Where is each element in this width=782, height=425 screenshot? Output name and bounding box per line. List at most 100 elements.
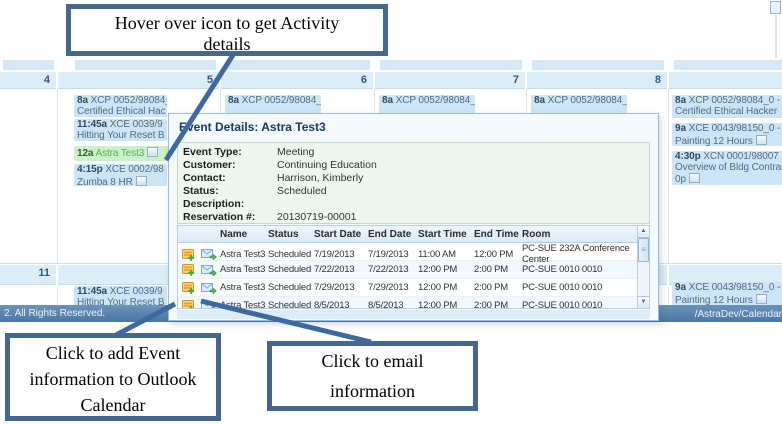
callout-hover-activity: Hover over icon to get Activity details xyxy=(66,4,388,56)
date-cell-8: 8 xyxy=(527,72,667,89)
col-header-end-time: End Time xyxy=(474,229,522,240)
mini-event-bar xyxy=(226,60,370,70)
window-scrollbar-track xyxy=(775,15,777,58)
mini-event-bar xyxy=(3,60,54,70)
calendar-event[interactable]: 8a XCP 0052/98084_0 xyxy=(531,95,627,115)
col-header-end-date: End Date xyxy=(368,229,418,240)
cell-status: Scheduled xyxy=(268,249,314,260)
date-cell-11: 11 xyxy=(0,265,56,285)
activity-details-icon[interactable] xyxy=(147,147,158,157)
calendar-event[interactable]: 8a XCP 0052/98084_0 xyxy=(379,95,475,115)
mini-event-bar xyxy=(380,60,522,70)
cell-room: PC-SUE 0010 0010 xyxy=(522,282,637,293)
calendar-event[interactable]: 4:15p XCE 0002/98 Zumba 8 HR xyxy=(74,164,167,186)
cell-name: Astra Test3 xyxy=(220,249,268,260)
scrollbar-thumb[interactable]: ≡ xyxy=(638,238,649,262)
detail-label: Status: xyxy=(183,185,277,197)
outlook-add-icon[interactable] xyxy=(178,261,198,278)
meetings-table: Name Status Start Date End Date Start Ti… xyxy=(177,225,638,309)
cell-start-date: 7/29/2013 xyxy=(314,282,368,293)
cell-end-date: 7/19/2013 xyxy=(368,249,418,260)
cell-end-date: 7/22/2013 xyxy=(368,264,418,275)
detail-label: Reservation #: xyxy=(183,211,277,223)
cell-start-date: 8/5/2013 xyxy=(314,300,368,309)
event-details-popup: Event Details: Astra Test3 Event Type:Me… xyxy=(168,113,659,321)
mini-event-bar xyxy=(75,60,216,70)
cell-room: PC-SUE 0010 0010 xyxy=(522,264,637,275)
col-header-start-date: Start Date xyxy=(314,229,368,240)
table-scrollbar[interactable]: ▲ ≡ ▼ xyxy=(637,225,650,309)
popup-footer xyxy=(177,310,650,319)
cell-end-time: 2:00 PM xyxy=(474,264,522,275)
cell-start-date: 7/22/2013 xyxy=(314,264,368,275)
outlook-add-icon[interactable] xyxy=(178,279,198,296)
detail-label: Event Type: xyxy=(183,146,277,158)
cell-start-time: 11:00 AM xyxy=(418,249,474,260)
col-header-status: Status xyxy=(268,229,314,240)
mini-event-bar xyxy=(532,60,664,70)
email-icon[interactable] xyxy=(198,261,220,278)
detail-value: 20130719-00001 xyxy=(277,211,356,223)
popup-title: Event Details: Astra Test3 xyxy=(179,120,326,134)
grid-line xyxy=(57,89,58,263)
grid-line xyxy=(57,286,58,305)
scrollbar-down-arrow[interactable]: ▼ xyxy=(638,296,649,308)
email-icon[interactable] xyxy=(198,279,220,296)
callout-add-outlook: Click to add Event information to Outloo… xyxy=(5,333,221,421)
cell-start-time: 12:00 PM xyxy=(418,282,474,293)
calendar-event[interactable]: 9a XCE 0043/98150_0 - Painting 12 Hours xyxy=(672,123,782,146)
table-row: Astra Test3 Scheduled 7/29/2013 7/29/201… xyxy=(178,279,637,297)
cell-name: Astra Test3 xyxy=(220,282,268,293)
cell-start-time: 12:00 PM xyxy=(418,264,474,275)
cell-room: PC-SUE 232A Conference Center xyxy=(522,243,637,265)
date-cell-7: 7 xyxy=(375,72,525,89)
cell-start-date: 7/19/2013 xyxy=(314,249,368,260)
meetings-table-header: Name Status Start Date End Date Start Ti… xyxy=(178,226,637,243)
activity-details-icon[interactable] xyxy=(756,294,767,304)
cell-end-time: 2:00 PM xyxy=(474,300,522,309)
cell-status: Scheduled xyxy=(268,300,314,309)
cell-name: Astra Test3 xyxy=(220,300,268,309)
calendar-event[interactable]: 4:30p XCN 0001/98007 Overview of Bldg Co… xyxy=(672,151,782,185)
cell-name: Astra Test3 xyxy=(220,264,268,275)
detail-value: Continuing Education xyxy=(277,159,377,171)
cell-end-date: 7/29/2013 xyxy=(368,282,418,293)
email-icon[interactable] xyxy=(198,297,220,309)
grid-line xyxy=(668,89,669,263)
col-header-room: Room xyxy=(522,229,637,240)
mini-event-bar xyxy=(674,60,782,70)
detail-label: Description: xyxy=(183,198,277,210)
calendar-event[interactable]: 8a XCP 0052/98084_0 Certified Ethical Ha… xyxy=(74,95,167,117)
cell-end-time: 2:00 PM xyxy=(474,282,522,293)
status-bar-right-text: /AstraDev/Calendar xyxy=(695,309,782,320)
activity-details-icon[interactable] xyxy=(136,176,147,186)
activity-details-icon[interactable] xyxy=(756,135,767,145)
cell-start-time: 12:00 PM xyxy=(418,300,474,309)
screenshot-root: 4 5 6 7 8 11 8a XCP 0052/98084_0 Certifi… xyxy=(0,0,782,425)
cell-room: PC-SUE 0010 0010 xyxy=(522,300,637,309)
cell-status: Scheduled xyxy=(268,264,314,275)
calendar-event-astra-test3[interactable]: 12a Astra Test3 xyxy=(74,146,170,161)
calendar-event[interactable]: 11:45a XCE 0039/9 Hitting Your Reset B xyxy=(74,119,167,141)
outlook-add-icon[interactable] xyxy=(178,297,198,309)
col-header-name: Name xyxy=(220,229,268,240)
scrollbar-up-arrow[interactable]: ▲ xyxy=(638,226,649,238)
detail-value: Harrison, Kimberly xyxy=(277,172,363,184)
calendar-event[interactable]: 9a XCE 0043/98150_0 - Painting 12 Hours xyxy=(672,282,782,305)
date-cell-6: 6 xyxy=(221,72,373,89)
detail-label: Contact: xyxy=(183,172,277,184)
col-header-start-time: Start Time xyxy=(418,229,474,240)
activity-details-icon[interactable] xyxy=(689,173,700,183)
status-bar-left-text: 2. All Rights Reserved. xyxy=(4,308,105,319)
date-cell-9 xyxy=(669,72,782,89)
calendar-event[interactable]: 8a XCP 0052/98084_0 xyxy=(225,95,321,115)
date-cell-5: 5 xyxy=(58,72,219,89)
detail-value: Scheduled xyxy=(277,185,327,197)
window-scrollbar-stub[interactable] xyxy=(770,1,781,14)
calendar-event[interactable]: 8a XCP 0052/98084_0 - Certified Ethical … xyxy=(672,95,782,118)
table-row: Astra Test3 Scheduled 7/19/2013 7/19/201… xyxy=(178,243,637,261)
detail-value: Meeting xyxy=(277,146,314,158)
cell-end-date: 8/5/2013 xyxy=(368,300,418,309)
date-cell-4: 4 xyxy=(0,72,56,89)
cell-end-time: 12:00 PM xyxy=(474,249,522,260)
